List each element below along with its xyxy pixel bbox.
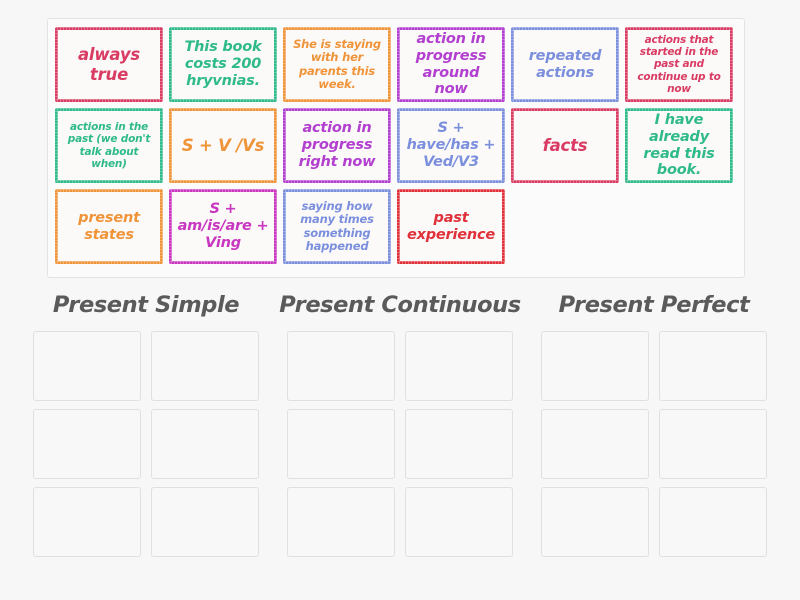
word-tile-label: saying how many times something happened xyxy=(300,198,374,253)
drop-slot[interactable] xyxy=(151,331,259,401)
word-tile-label: always true xyxy=(77,45,141,84)
word-tile[interactable]: action in progress around now xyxy=(397,27,505,102)
drop-slot[interactable] xyxy=(541,331,649,401)
word-tile-label: repeated actions xyxy=(528,47,602,81)
word-tile-label: action in progress right now xyxy=(298,120,376,170)
word-tile[interactable]: S + have/has + Ved/V3 xyxy=(397,108,505,183)
word-tile-label: present states xyxy=(78,209,140,243)
drop-slot[interactable] xyxy=(33,331,141,401)
word-tile-label: This book costs 200 hryvnias. xyxy=(184,39,262,89)
slot-grid xyxy=(287,331,513,557)
word-tile[interactable]: past experience xyxy=(397,189,505,264)
drop-slot[interactable] xyxy=(151,487,259,557)
word-tile[interactable]: present states xyxy=(55,189,163,264)
word-tile[interactable]: S + am/is/are + Ving xyxy=(169,189,277,264)
tile-rows: always true This book costs 200 hryvnias.… xyxy=(55,27,737,264)
drop-slot[interactable] xyxy=(287,409,395,479)
word-tile-label: past experience xyxy=(406,209,496,243)
word-tile[interactable]: facts xyxy=(511,108,619,183)
drop-slot[interactable] xyxy=(151,409,259,479)
column-title: Present Simple xyxy=(52,292,240,318)
word-tile[interactable]: This book costs 200 hryvnias. xyxy=(169,27,277,102)
drop-slot[interactable] xyxy=(33,487,141,557)
word-tile-label: actions in the past (we don't talk about… xyxy=(67,121,151,170)
drop-slot[interactable] xyxy=(659,409,767,479)
drop-slot[interactable] xyxy=(659,487,767,557)
word-tile[interactable]: always true xyxy=(55,27,163,102)
drop-column: Present Perfect xyxy=(536,292,772,557)
word-tiles-tray: always true This book costs 200 hryvnias.… xyxy=(47,18,745,278)
column-title: Present Continuous xyxy=(279,292,521,318)
drop-columns: Present Simple Present Continuous Present … xyxy=(28,292,772,557)
tile-row: present states S + am/is/are + Ving saying… xyxy=(55,189,737,264)
column-title: Present Perfect xyxy=(558,292,750,318)
drop-slot[interactable] xyxy=(287,331,395,401)
word-tile-label: facts xyxy=(542,135,588,155)
word-tile[interactable]: saying how many times something happened xyxy=(283,189,391,264)
drop-slot[interactable] xyxy=(405,487,513,557)
word-tile[interactable]: She is staying with her parents this wee… xyxy=(283,27,391,102)
word-tile-label: actions that started in the past and con… xyxy=(637,34,721,95)
word-tile-label: S + V /Vs xyxy=(181,135,265,155)
drop-slot[interactable] xyxy=(541,409,649,479)
slot-grid xyxy=(33,331,259,557)
word-tile-label: S + am/is/are + Ving xyxy=(177,201,269,251)
drop-slot[interactable] xyxy=(33,409,141,479)
word-tile[interactable]: actions in the past (we don't talk about… xyxy=(55,108,163,183)
drop-slot[interactable] xyxy=(405,331,513,401)
word-tile[interactable]: S + V /Vs xyxy=(169,108,277,183)
slot-grid xyxy=(541,331,767,557)
word-tile-label: action in progress around now xyxy=(415,30,487,98)
drop-column: Present Continuous xyxy=(279,292,521,557)
word-tile[interactable]: action in progress right now xyxy=(283,108,391,183)
word-tile-label: I have already read this book. xyxy=(643,111,715,179)
word-tile[interactable]: actions that started in the past and con… xyxy=(625,27,733,102)
drop-slot[interactable] xyxy=(541,487,649,557)
word-tile-label: S + have/has + Ved/V3 xyxy=(406,120,496,170)
drop-column: Present Simple xyxy=(28,292,264,557)
word-tile[interactable]: repeated actions xyxy=(511,27,619,102)
word-tile[interactable]: I have already read this book. xyxy=(625,108,733,183)
drop-slot[interactable] xyxy=(405,409,513,479)
drop-slot[interactable] xyxy=(659,331,767,401)
tile-row: actions in the past (we don't talk about… xyxy=(55,108,737,183)
tile-row: always true This book costs 200 hryvnias.… xyxy=(55,27,737,102)
drop-slot[interactable] xyxy=(287,487,395,557)
word-tile-label: She is staying with her parents this wee… xyxy=(293,36,381,91)
